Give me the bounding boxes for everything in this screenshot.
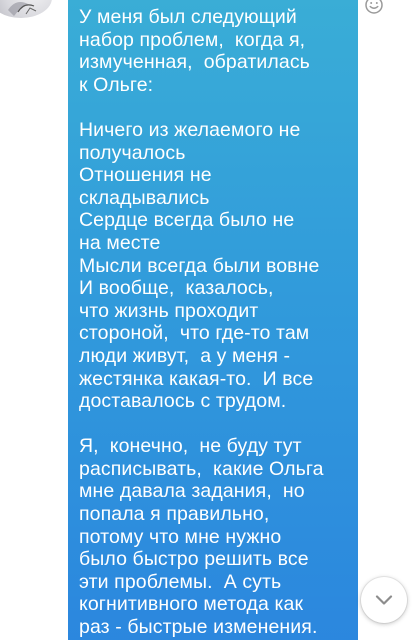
- chat-screen: У меня был следующий набор проблем, когд…: [0, 0, 417, 640]
- message-line: расписывать, какие Ольга: [79, 457, 324, 480]
- message-line: на месте: [79, 231, 161, 254]
- message-line: попала я правильно,: [79, 503, 270, 526]
- message-line: [79, 413, 348, 436]
- message-text: У меня был следующий набор проблем, когд…: [79, 6, 348, 639]
- message-line: У меня был следующий: [79, 6, 297, 28]
- message-line: Отношения не: [79, 164, 212, 187]
- avatar-image: [8, 2, 37, 16]
- message-line: стороной, что где-то там: [79, 322, 310, 345]
- message-line: раз - быстрые изменения.: [79, 616, 318, 639]
- message-line: получалось: [79, 141, 186, 164]
- message-line: Я, конечно, не буду тут: [79, 435, 302, 458]
- message-line: когнитивного метода как: [79, 593, 304, 616]
- message-line: мне давала задания, но: [79, 480, 305, 503]
- chevron-down-icon: [375, 595, 393, 605]
- message-line: Мысли всегда были вовне: [79, 254, 320, 277]
- message-line: эти проблемы. А суть: [79, 570, 282, 593]
- message-line: люди живут, а у меня -: [79, 344, 291, 367]
- message-line: И вообще, казалось,: [79, 277, 274, 300]
- avatar[interactable]: [0, 0, 52, 18]
- message-line: измученная, обратилась: [79, 51, 310, 74]
- message-line: что жизнь проходит: [79, 299, 259, 322]
- message-line: набор проблем, когда я,: [79, 28, 306, 51]
- message-line: Сердце всегда было не: [79, 209, 295, 232]
- add-reaction-button[interactable]: [364, 0, 384, 15]
- message-line: к Ольге:: [79, 73, 154, 96]
- message-line: складывались: [79, 186, 210, 209]
- message-line: было быстро решить все: [79, 548, 309, 571]
- message-line: жестянка какая-то. И все: [79, 367, 314, 390]
- scroll-to-bottom-button[interactable]: [361, 577, 407, 623]
- message-bubble[interactable]: У меня был следующий набор проблем, когд…: [68, 0, 358, 640]
- smiley-icon: [365, 0, 383, 14]
- message-line: потому что мне нужно: [79, 525, 282, 548]
- message-line: [79, 96, 348, 119]
- message-line: Ничего из желаемого не: [79, 118, 301, 141]
- message-line: доставалось с трудом.: [79, 390, 287, 413]
